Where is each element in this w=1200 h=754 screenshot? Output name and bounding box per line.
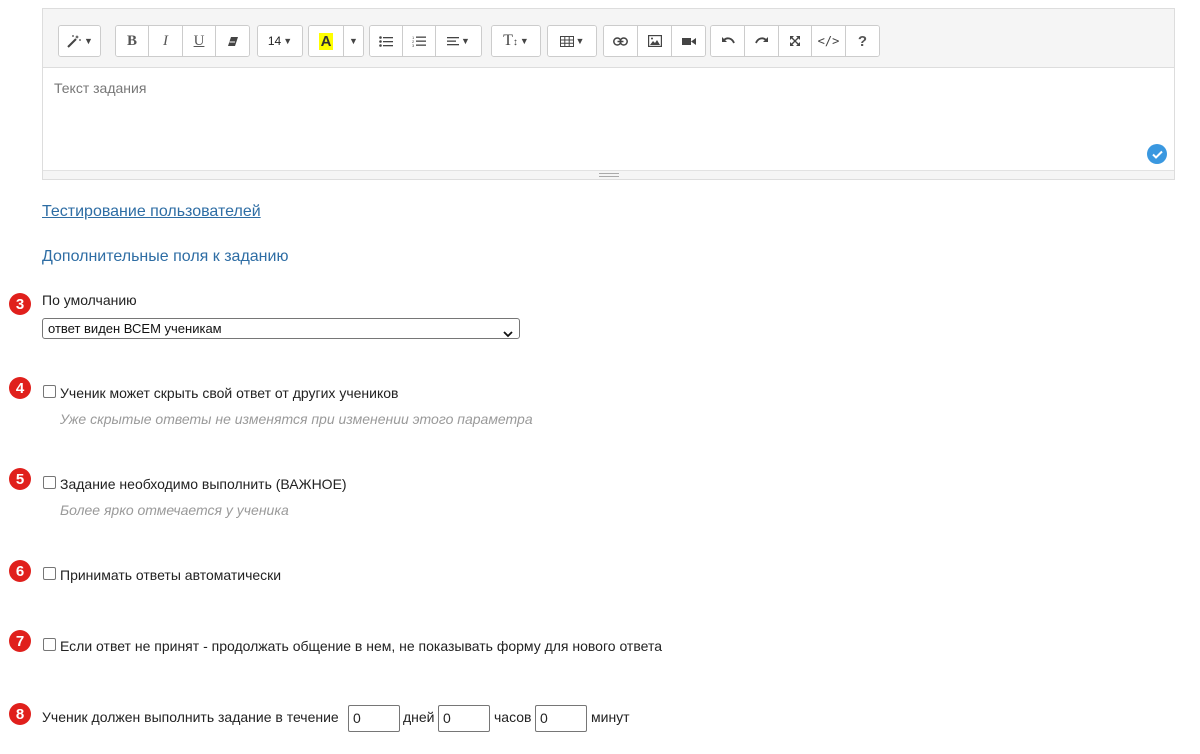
deadline-days-label: дней [403,709,435,725]
important-hint: Более ярко отмечается у ученика [60,502,289,518]
checkmark-icon [1147,144,1167,164]
font-size-value: 14 [267,34,282,48]
step-badge-8: 8 [9,703,31,725]
chevron-down-icon: ▼ [349,36,358,46]
highlight-color-icon: A [318,32,334,50]
eraser-icon [227,36,239,47]
code-view-button[interactable]: </> [812,26,846,56]
editor-content-area[interactable]: Текст задания [43,68,1174,170]
italic-button[interactable]: I [149,26,183,56]
help-button[interactable]: ? [846,26,879,56]
unordered-list-icon [379,35,393,47]
chevron-down-icon [503,324,513,343]
step-badge-7: 7 [9,630,31,652]
table-icon [559,35,574,47]
color-group: A ▼ [308,25,364,57]
link-icon [613,36,628,46]
insert-group [603,25,706,57]
style-group: ▼ [58,25,101,57]
step-badge-4: 4 [9,377,31,399]
step-badge-3: 3 [9,293,31,315]
editor-placeholder: Текст задания [54,80,147,96]
auto-accept-checkbox[interactable] [43,567,56,580]
redo-button[interactable] [745,26,779,56]
chevron-down-icon: ▼ [84,36,93,46]
font-style-group: B I U [115,25,250,57]
deadline-hours-label: часов [494,709,532,725]
insert-video-button[interactable] [672,26,705,56]
deadline-minutes-input[interactable]: 0 [535,705,587,732]
extra-fields-link[interactable]: Дополнительные поля к заданию [42,248,288,266]
bold-button[interactable]: B [116,26,149,56]
deadline-minutes-label: минут [591,709,630,725]
step-badge-5: 5 [9,468,31,490]
auto-accept-label: Принимать ответы автоматически [60,567,282,583]
visibility-select-value: ответ виден ВСЕМ ученикам [48,321,222,336]
hide-answer-hint: Уже скрытые ответы не изменятся при изме… [60,411,533,427]
fullscreen-button[interactable] [779,26,812,56]
text-height-group: T↕ ▼ [491,25,541,57]
hide-answer-label: Ученик может скрыть свой ответ от других… [60,385,399,401]
video-icon [681,37,696,46]
continue-chat-checkbox[interactable] [43,638,56,651]
table-dropdown[interactable]: ▼ [548,26,596,56]
deadline-label: Ученик должен выполнить задание в течени… [42,709,339,725]
magic-wand-icon [66,34,82,48]
table-group: ▼ [547,25,597,57]
chevron-down-icon: ▼ [575,36,585,46]
code-icon: </> [817,34,840,48]
font-size-group: 14 ▼ [257,25,303,57]
important-checkbox[interactable] [43,476,56,489]
undo-button[interactable] [711,26,745,56]
ordered-list-button[interactable]: 123 [403,26,436,56]
highlight-color-button[interactable]: A [309,26,344,56]
font-size-dropdown[interactable]: 14 ▼ [258,26,302,56]
color-dropdown-button[interactable]: ▼ [344,26,363,56]
align-dropdown-button[interactable]: ▼ [436,26,481,56]
visibility-label: По умолчанию [42,292,137,308]
unordered-list-button[interactable] [370,26,403,56]
user-testing-link[interactable]: Тестирование пользователей [42,203,261,221]
history-group: </> ? [710,25,880,57]
line-height-icon: T↕ [503,32,518,49]
undo-icon [721,36,735,46]
step-badge-6: 6 [9,560,31,582]
rich-text-editor: ▼ B I U 14 ▼ A ▼ 1 2 3 ▼ T↕ ▼ ▼ </> ? Те… [42,8,1175,180]
svg-text:3: 3 [412,43,415,47]
redo-icon [754,36,769,46]
image-icon [647,35,662,47]
chevron-down-icon: ▼ [461,36,470,46]
important-label: Задание необходимо выполнить (ВАЖНОЕ) [60,476,347,492]
ordered-list-icon: 123 [412,35,426,47]
visibility-select[interactable]: ответ виден ВСЕМ ученикам [42,318,520,339]
paragraph-group: 123 ▼ [369,25,482,57]
hide-answer-checkbox[interactable] [43,385,56,398]
align-left-icon [447,36,460,46]
insert-image-button[interactable] [638,26,672,56]
chevron-down-icon: ▼ [519,36,529,46]
deadline-hours-input[interactable]: 0 [438,705,490,732]
expand-icon [789,35,801,47]
chevron-down-icon: ▼ [283,36,293,46]
insert-link-button[interactable] [604,26,638,56]
eraser-button[interactable] [216,26,249,56]
editor-toolbar: ▼ B I U 14 ▼ A ▼ 1 2 3 ▼ T↕ ▼ ▼ </> ? [43,9,1174,68]
editor-resize-handle[interactable] [43,170,1174,179]
underline-button[interactable]: U [183,26,216,56]
continue-chat-label: Если ответ не принят - продолжать общени… [60,638,662,654]
magic-wand-button[interactable]: ▼ [59,26,100,56]
line-height-dropdown[interactable]: T↕ ▼ [492,26,540,56]
deadline-days-input[interactable]: 0 [348,705,400,732]
